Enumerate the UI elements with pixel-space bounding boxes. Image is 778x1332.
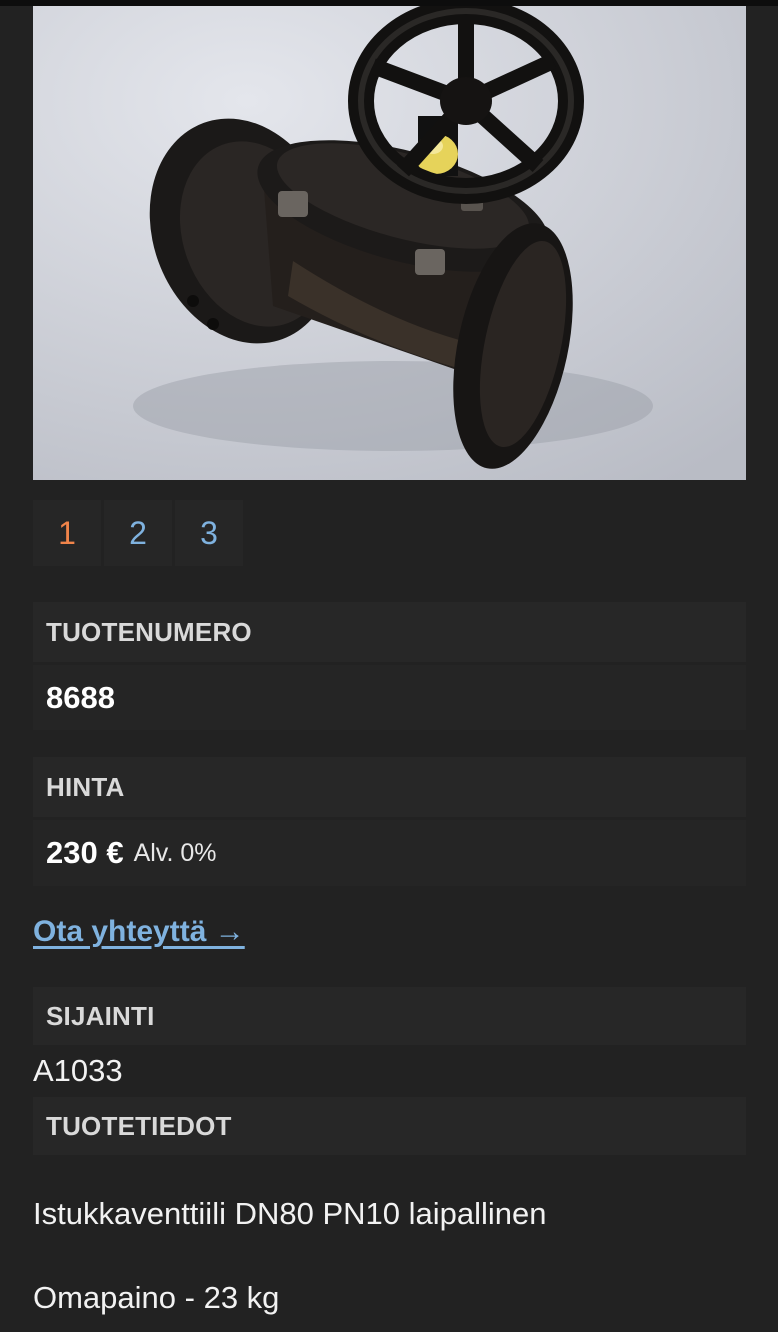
image-pager: 1 2 3	[33, 500, 243, 566]
price-row: 230 € Alv. 0%	[33, 820, 746, 886]
product-number-label: TUOTENUMERO	[33, 602, 746, 662]
location-value: A1033	[33, 1053, 123, 1088]
product-description: Istukkaventtiili DN80 PN10 laipallinen	[33, 1196, 547, 1231]
contact-link[interactable]: Ota yhteyttä →	[33, 915, 245, 949]
product-photo[interactable]	[33, 6, 746, 480]
location-label: SIJAINTI	[33, 987, 746, 1045]
product-number-text: 8688	[46, 679, 115, 715]
page-button-3[interactable]: 3	[175, 500, 243, 566]
page-button-2[interactable]: 2	[104, 500, 172, 566]
price-label: HINTA	[33, 757, 746, 817]
page-button-1[interactable]: 1	[33, 500, 101, 566]
product-number-value: 8688	[33, 665, 746, 730]
vat-note: Alv. 0%	[133, 838, 217, 867]
product-details-label: TUOTETIEDOT	[33, 1097, 746, 1155]
product-weight: Omapaino - 23 kg	[33, 1280, 280, 1315]
valve-illustration	[33, 6, 746, 480]
price-value: 230 €	[46, 835, 124, 870]
